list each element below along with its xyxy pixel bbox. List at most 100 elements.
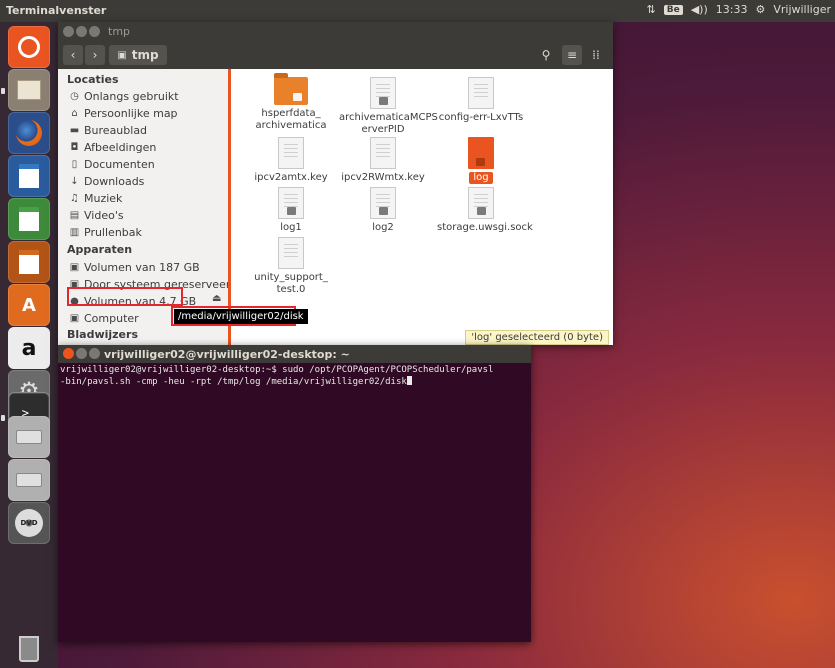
file-item[interactable]: config-err-LxvTTs [437,77,525,124]
launcher: A a ⚙ >_ DVD [0,22,58,668]
sidebar-item[interactable]: ◘ Afbeeldingen [69,139,157,155]
calc-icon[interactable] [8,198,50,240]
file-item[interactable]: log2 [339,187,427,234]
path-button[interactable]: ▣ tmp [109,45,167,65]
lock-icon [293,93,302,101]
sidebar-item-label: Muziek [84,191,123,205]
minimize-icon[interactable] [76,348,87,359]
sidebar-heading-apparaten: Apparaten [67,243,133,256]
sidebar-item-label: Onlangs gebruikt [84,89,179,103]
sidebar-item[interactable]: ⌂ Persoonlijke map [69,105,178,121]
terminal-line: -bin/pavsl.sh -cmp -heu -rpt /tmp/log /m… [60,377,407,387]
sidebar-item[interactable]: ↓ Downloads [69,173,144,189]
sidebar-item[interactable]: ▥ Prullenbak [69,224,142,240]
text-cursor [406,376,412,385]
file-manager-toolbar: ‹ › ▣ tmp ⚲ ≡ ⁞⁞ [58,41,613,69]
file-name: archivematicaMCPS erverPID [339,112,438,136]
file-name: storage.uwsgi.sock [437,222,533,234]
sidebar-item-label: Persoonlijke map [84,106,178,120]
file-name-text: archivematicaMCPS erverPID [339,112,438,135]
list-view-icon[interactable]: ≡ [562,45,582,65]
status-bar: 'log' geselecteerd (0 byte) [465,330,609,345]
drive-icon[interactable] [8,459,50,501]
file-name: log2 [339,222,427,234]
sidebar-item[interactable]: ▤ Video's [69,207,124,223]
file-icon [278,187,304,219]
gear-icon[interactable]: ⚙ [755,3,765,16]
places-sidebar: Locaties ◷ Onlangs gebruikt ⌂ Persoonlijke … [58,69,228,345]
lock-icon [476,158,485,166]
file-item[interactable]: storage.uwsgi.sock [437,187,533,234]
file-name: hsperfdata_ archivematica [247,108,335,132]
file-item[interactable]: log [437,137,525,184]
search-icon[interactable]: ⚲ [536,45,556,65]
file-icon [468,137,494,169]
file-item[interactable]: archivematicaMCPS erverPID [339,77,438,136]
grid-view-icon[interactable]: ⁞⁞ [586,45,606,65]
terminal-titlebar: vrijwilliger02@vrijwilliger02-desktop: ~ [58,345,531,363]
sidebar-item-label: Prullenbak [84,225,142,239]
drive-icon: ▣ [69,261,80,273]
file-name: config-err-LxvTTs [437,112,525,124]
file-item[interactable]: ipcv2amtx.key [247,137,335,184]
amazon-icon[interactable]: a [8,327,50,369]
sidebar-item-label: Afbeeldingen [84,140,157,154]
writer-icon[interactable] [8,155,50,197]
active-window-title: Terminalvenster [6,4,107,17]
minimize-icon[interactable] [76,26,87,37]
terminal-output[interactable]: vrijwilliger02@vrijwilliger02-desktop:~$… [60,365,529,388]
trash-icon[interactable] [8,628,50,668]
top-panel: Terminalvenster ⇅ Be ◀)) 13:33 ⚙ Vrijwil… [0,0,835,22]
ubuntu-logo-icon[interactable] [8,26,50,68]
desktop-folder-icon: ▬ [69,124,80,136]
file-item[interactable]: ipcv2RWmtx.key [339,137,427,184]
highlight-box-volume [67,287,183,306]
eject-icon[interactable]: ⏏ [212,293,221,304]
sidebar-item-label: Bureaublad [84,123,148,137]
home-icon: ⌂ [71,107,78,119]
file-name: ipcv2amtx.key [247,172,335,184]
file-name: ipcv2RWmtx.key [339,172,427,184]
software-center-icon[interactable]: A [8,284,50,326]
file-name: log [437,172,525,184]
forward-button[interactable]: › [85,45,105,65]
file-view: hsperfdata_ archivematica archivematicaMC… [228,69,613,345]
file-item[interactable]: log1 [247,187,335,234]
sidebar-item[interactable]: ▣ Computer [69,310,139,326]
volume-icon[interactable]: ◀)) [691,3,708,16]
lock-icon [379,207,388,215]
sidebar-item[interactable]: ♫ Muziek [69,190,122,206]
close-icon[interactable] [63,348,74,359]
file-manager-window: tmp ‹ › ▣ tmp ⚲ ≡ ⁞⁞ Locaties ◷ Onlangs g… [58,22,613,345]
clock[interactable]: 13:33 [716,3,748,16]
user-name[interactable]: Vrijwilliger [773,3,831,16]
maximize-icon[interactable] [89,26,100,37]
drive-icon[interactable] [8,416,50,458]
file-name-text: ipcv2amtx.key [254,172,328,183]
close-icon[interactable] [63,26,74,37]
maximize-icon[interactable] [89,348,100,359]
terminal-window[interactable]: vrijwilliger02@vrijwilliger02-desktop: ~… [58,345,531,642]
file-item[interactable]: hsperfdata_ archivematica [247,73,335,132]
sidebar-item[interactable]: ▯ Documenten [69,156,155,172]
file-icon [468,187,494,219]
file-name: unity_support_ test.0 [247,272,335,296]
sidebar-item[interactable]: ▣ Volumen van 187 GB [69,259,200,275]
file-cabinet-icon[interactable] [8,69,50,111]
dvd-icon[interactable]: DVD [8,502,50,544]
back-button[interactable]: ‹ [63,45,83,65]
sidebar-item[interactable]: ◷ Onlangs gebruikt [69,88,179,104]
sidebar-item-label: Documenten [84,157,155,171]
firefox-icon[interactable] [8,112,50,154]
sidebar-item[interactable]: ▬ Bureaublad [69,122,147,138]
file-name-text: config-err-LxvTTs [438,112,524,123]
file-name-text: unity_support_ test.0 [254,272,328,295]
lock-icon [379,97,388,105]
network-icon[interactable]: ⇅ [647,3,656,16]
file-name-text: log1 [280,222,302,233]
impress-icon[interactable] [8,241,50,283]
document-icon: ▯ [71,158,78,170]
running-indicator [1,88,5,94]
keyboard-layout-indicator[interactable]: Be [663,4,683,15]
file-item[interactable]: unity_support_ test.0 [247,237,335,296]
